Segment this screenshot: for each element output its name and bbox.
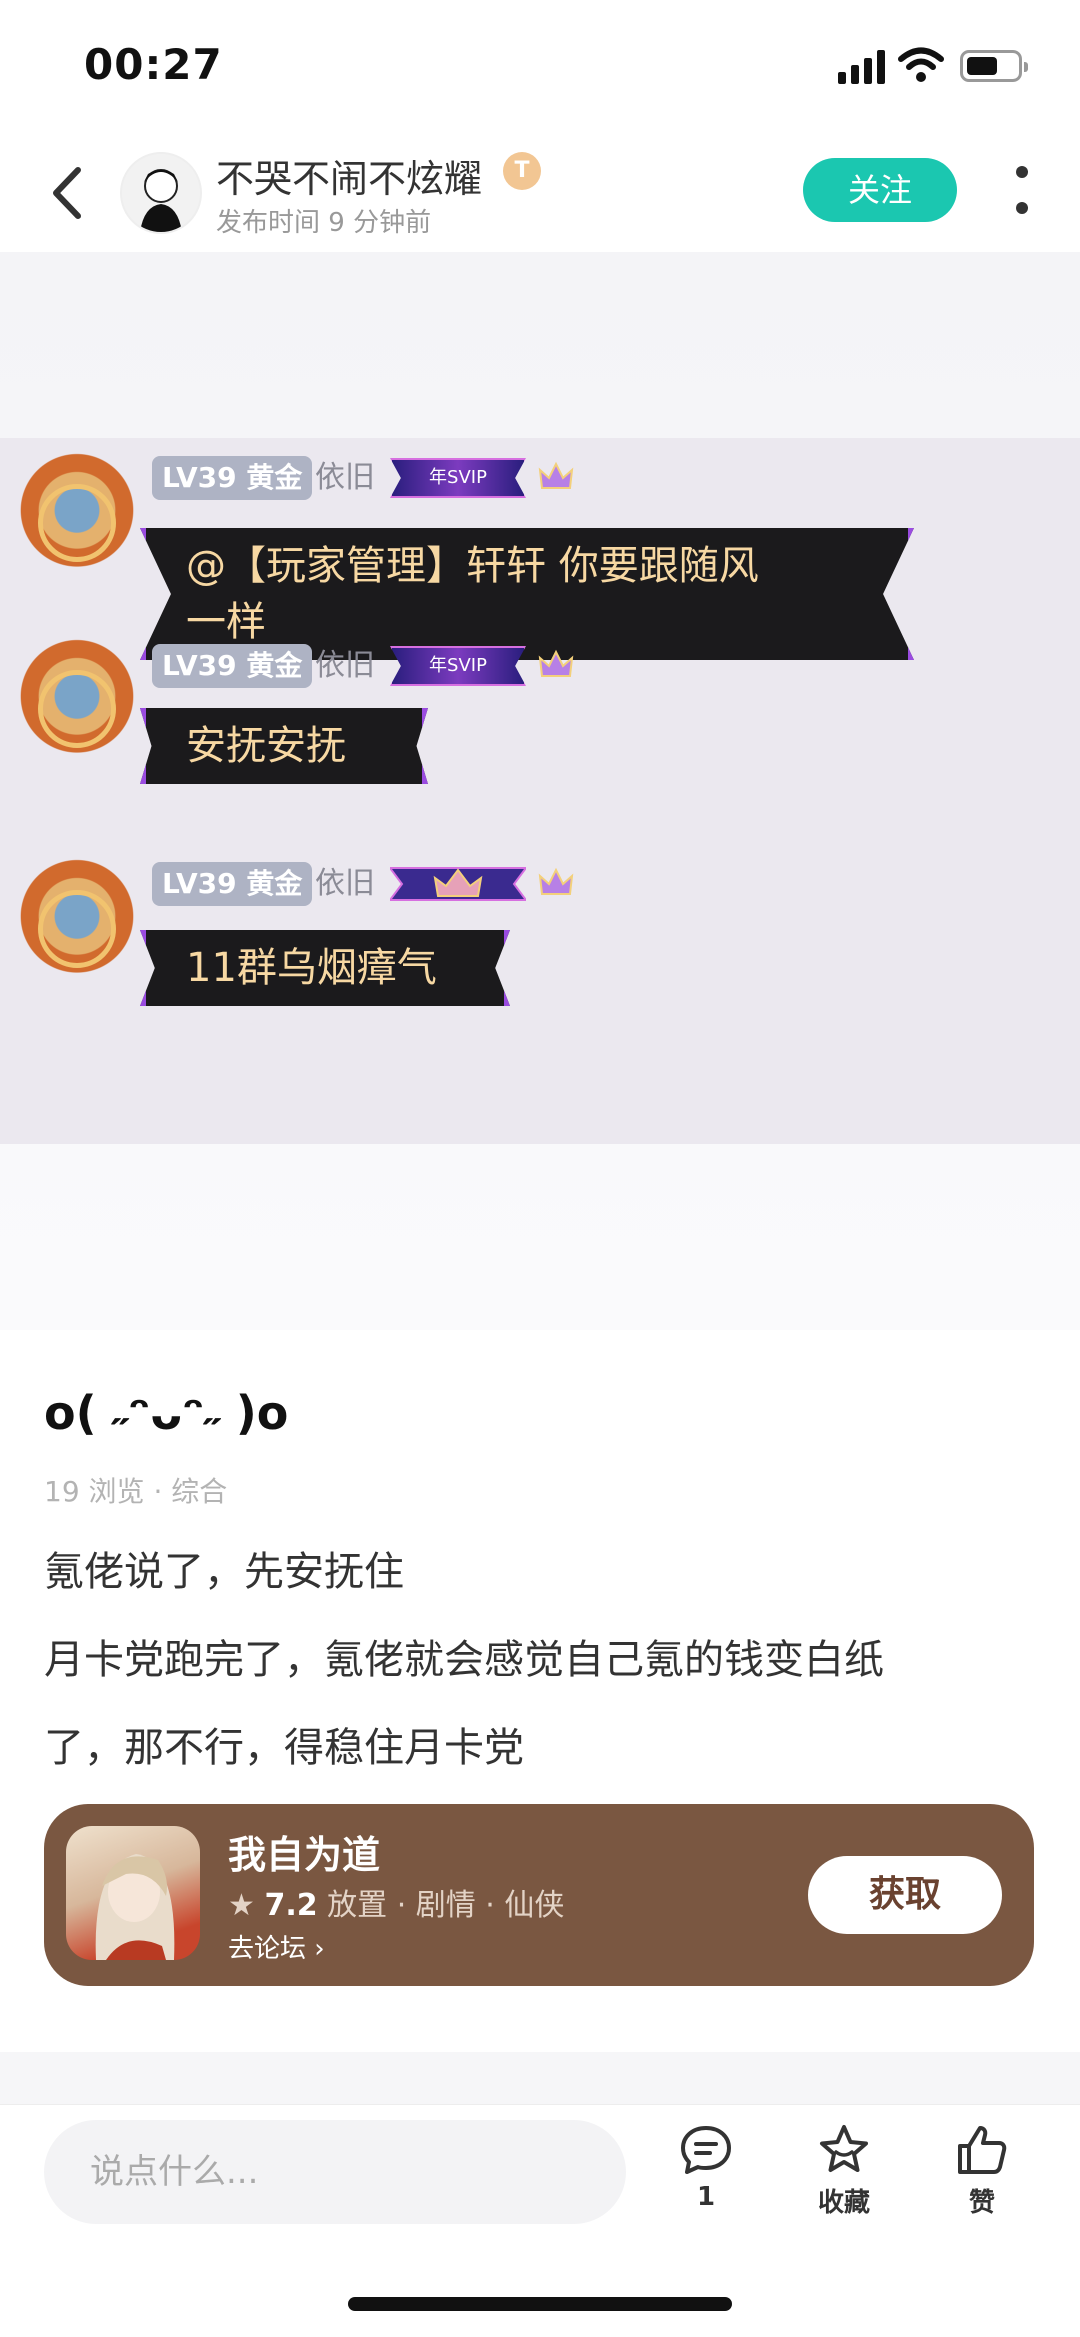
chevron-right-icon: › <box>314 1934 325 1964</box>
comment-count: 1 <box>696 2182 716 2212</box>
comment-icon <box>681 2126 731 2174</box>
post-line: 了，那不行，得稳住月卡党 <box>44 1725 524 1771</box>
chat-nickname: 依旧 <box>315 866 375 901</box>
clock: 00:27 <box>84 40 223 89</box>
chat-nickname: 依旧 <box>315 648 375 683</box>
favorite-label: 收藏 <box>817 2188 870 2218</box>
game-card[interactable]: 我自为道 ★ 7.2 放置 · 剧情 · 仙侠 去论坛 › 获取 <box>44 1804 1034 1986</box>
game-icon[interactable] <box>66 1826 200 1960</box>
author-avatar[interactable] <box>120 152 202 234</box>
chat-screenshot: LV39 黄金 依旧 年SVIP @【玩家管理】轩轩 你要跟随风 一样 LV39… <box>0 438 1080 1144</box>
level-badge: LV39 黄金 <box>152 456 313 500</box>
like-button[interactable]: 赞 <box>937 2122 1027 2219</box>
post-header: 不哭不闹不炫耀 T 发布时间 9 分钟前 关注 <box>0 130 1080 253</box>
star-icon: ★ <box>228 1888 255 1923</box>
game-rating: 7.2 <box>264 1888 318 1923</box>
post-body: 氪佬说了，先安抚住 月卡党跑完了，氪佬就会感觉自己氪的钱变白纸 了，那不行，得稳… <box>44 1528 1044 1792</box>
chat-nickname: 依旧 <box>315 460 375 495</box>
post-meta: 19 浏览 · 综合 <box>44 1470 227 1510</box>
meta-separator: · <box>153 1475 172 1508</box>
wifi-icon <box>898 47 944 82</box>
more-options-icon[interactable] <box>1010 166 1034 222</box>
post-title: o( ˶ᵔᴗᵔ˶ )o <box>44 1386 289 1440</box>
game-name: 我自为道 <box>228 1833 381 1877</box>
home-indicator[interactable] <box>348 2297 732 2311</box>
follow-button[interactable]: 关注 <box>803 158 957 222</box>
game-info: ★ 7.2 放置 · 剧情 · 仙侠 <box>228 1880 564 1924</box>
chat-avatar <box>10 450 144 584</box>
post-category[interactable]: 综合 <box>171 1475 227 1508</box>
game-icon-art <box>95 1854 175 1960</box>
crown-icon <box>538 461 574 489</box>
battery-icon <box>960 50 1028 82</box>
svip-tag: 年SVIP <box>390 646 526 686</box>
level-badge: LV39 黄金 <box>152 644 313 688</box>
like-label: 赞 <box>968 2188 995 2218</box>
chat-bubble: @【玩家管理】轩轩 你要跟随风 一样 <box>140 528 914 660</box>
chat-avatar <box>10 636 144 770</box>
author-badge-icon: T <box>503 152 541 190</box>
level-badge: LV39 黄金 <box>152 862 313 906</box>
forum-link[interactable]: 去论坛 › <box>228 1928 325 1965</box>
back-icon[interactable] <box>42 160 92 226</box>
crown-icon <box>538 649 574 677</box>
svip-tag: 年SVIP <box>390 458 526 498</box>
avatar-image <box>140 169 182 232</box>
post-line: 月卡党跑完了，氪佬就会感觉自己氪的钱变白纸 <box>44 1637 884 1683</box>
star-outline-icon <box>820 2125 868 2172</box>
publish-time: 发布时间 9 分钟前 <box>216 208 432 238</box>
author-name[interactable]: 不哭不闹不炫耀 <box>216 148 482 203</box>
favorite-button[interactable]: 收藏 <box>799 2122 889 2219</box>
get-button[interactable]: 获取 <box>808 1856 1002 1934</box>
thumbs-up-icon <box>958 2126 1007 2174</box>
comment-input[interactable]: 说点什么... <box>44 2120 626 2224</box>
crown-icon <box>538 867 574 895</box>
chat-bubble: 安抚安抚 <box>140 708 428 784</box>
view-count: 19 浏览 <box>44 1475 145 1508</box>
crown-banner-icon <box>390 867 526 901</box>
post-image[interactable]: LV39 黄金 依旧 年SVIP @【玩家管理】轩轩 你要跟随风 一样 LV39… <box>0 252 1080 1330</box>
forum-link-label: 去论坛 <box>228 1934 307 1964</box>
divider <box>0 2052 1080 2105</box>
comment-button[interactable]: 1 <box>661 2122 751 2212</box>
chat-avatar <box>10 856 144 990</box>
signal-icon <box>838 50 886 84</box>
game-tags: 放置 · 剧情 · 仙侠 <box>327 1888 565 1923</box>
status-bar: 00:27 <box>0 0 1080 130</box>
chat-bubble: 11群乌烟瘴气 <box>140 930 510 1006</box>
post-line: 氪佬说了，先安抚住 <box>44 1549 404 1595</box>
